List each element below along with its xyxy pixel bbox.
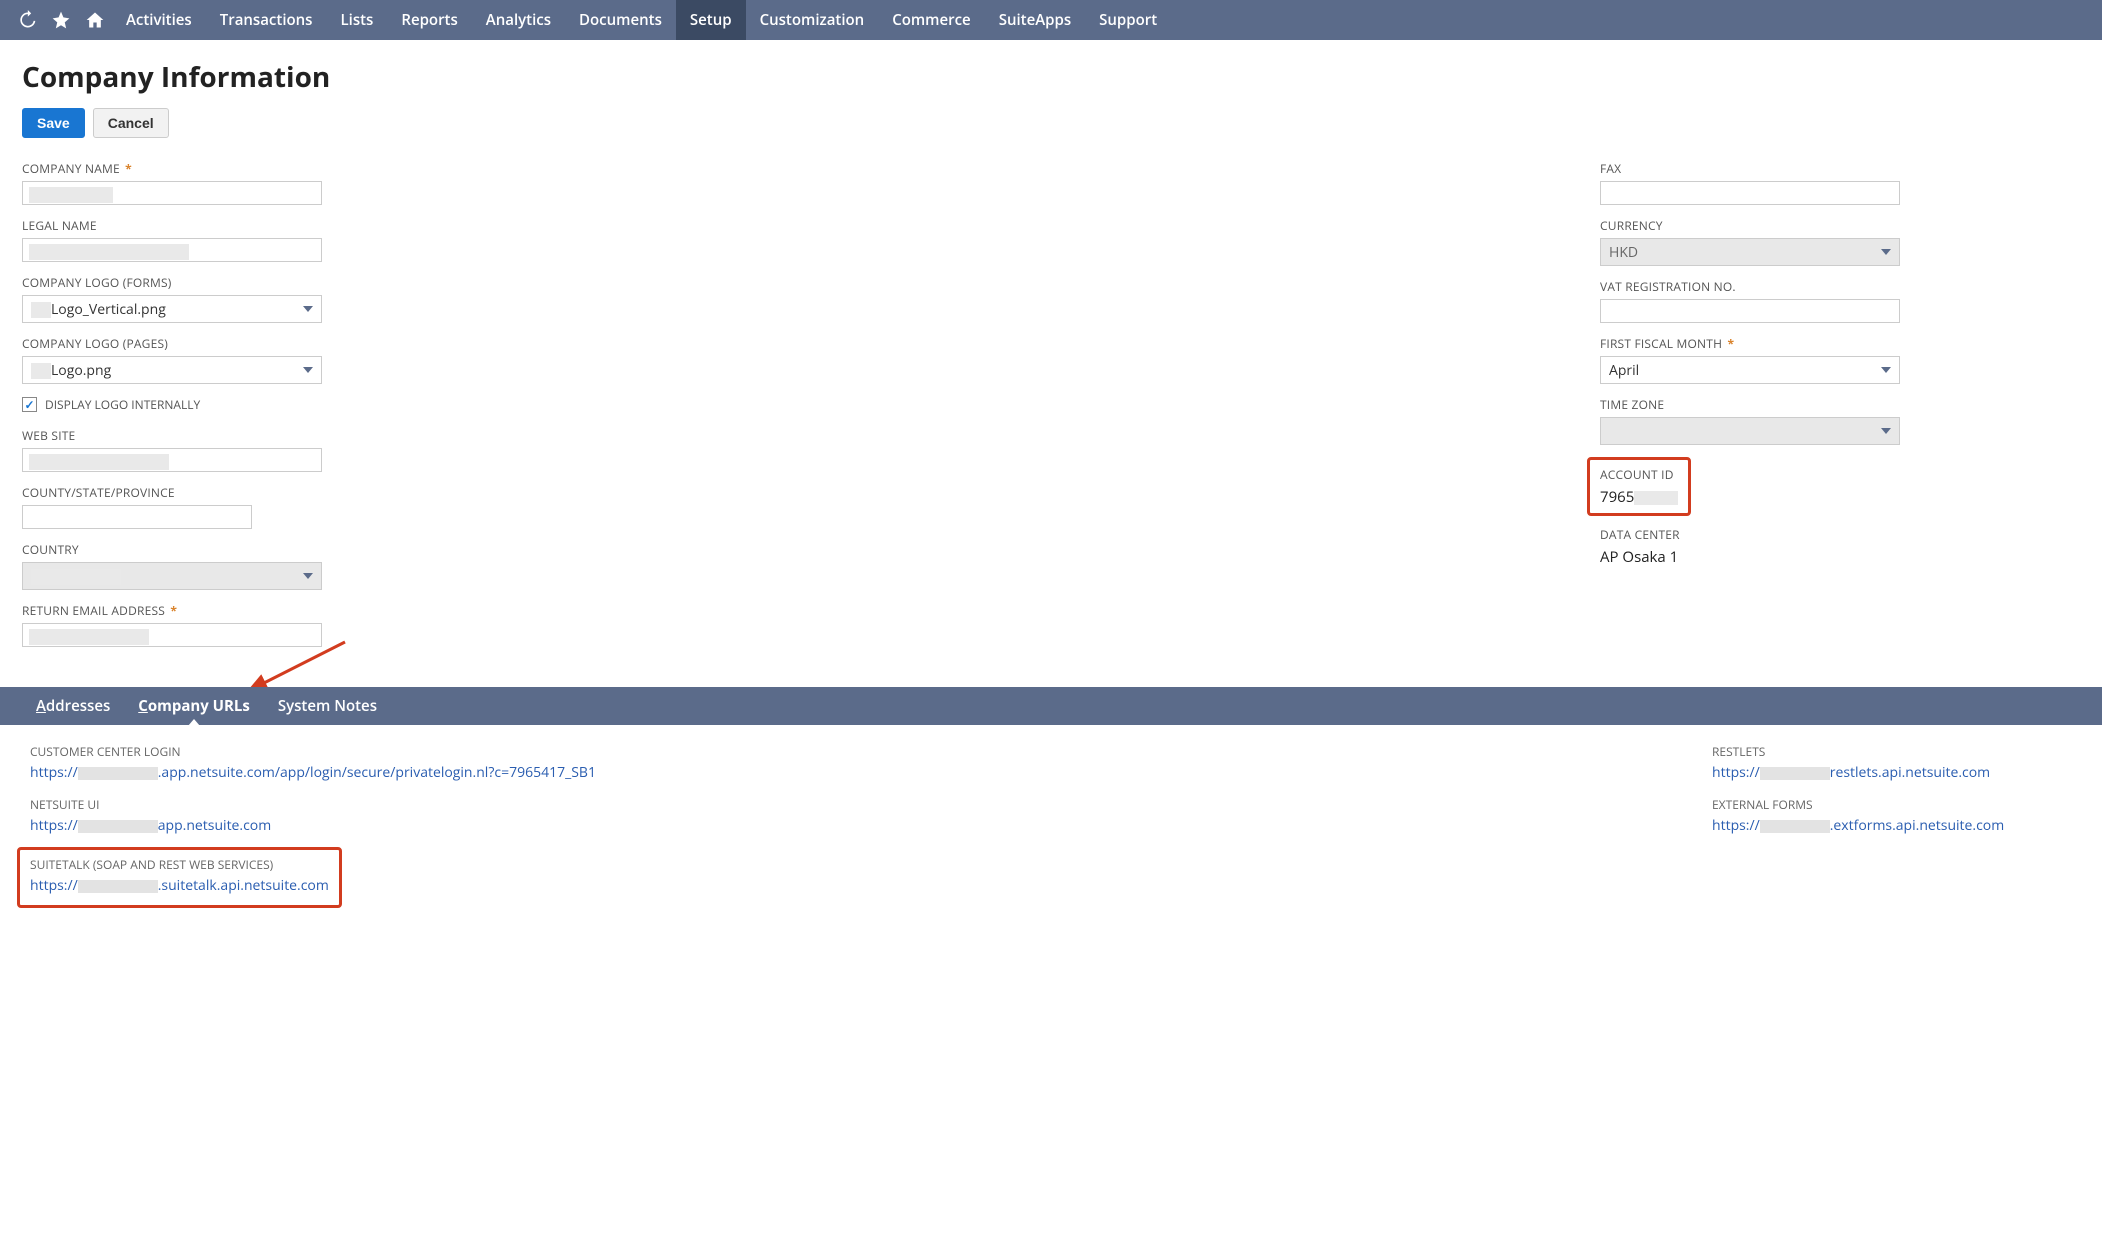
restlets-link[interactable]: https://restlets.api.netsuite.com bbox=[1712, 763, 1990, 782]
nav-support[interactable]: Support bbox=[1085, 0, 1171, 40]
suitetalk-link[interactable]: https://.suitetalk.api.netsuite.com bbox=[30, 876, 329, 895]
currency-select: HKD bbox=[1600, 238, 1900, 266]
website-label: WEB SITE bbox=[22, 427, 662, 444]
website-input[interactable] bbox=[22, 448, 322, 472]
caret-down-icon bbox=[1881, 428, 1891, 434]
account-id-value: 7965 bbox=[1600, 487, 1678, 507]
tab-bar: Addresses Company URLs System Notes bbox=[0, 687, 2102, 725]
netsuite-ui-link[interactable]: https://app.netsuite.com bbox=[30, 816, 271, 835]
display-logo-label: DISPLAY LOGO INTERNALLY bbox=[45, 396, 200, 413]
netsuite-ui-label: NETSUITE UI bbox=[30, 796, 1652, 813]
timezone-select[interactable] bbox=[1600, 417, 1900, 445]
currency-label: CURRENCY bbox=[1600, 217, 2080, 234]
nav-transactions[interactable]: Transactions bbox=[206, 0, 327, 40]
legal-name-label: LEGAL NAME bbox=[22, 217, 662, 234]
data-center-value: AP Osaka 1 bbox=[1600, 547, 2080, 567]
fax-label: FAX bbox=[1600, 160, 2080, 177]
country-label: COUNTRY bbox=[22, 541, 662, 558]
logo-pages-label: COMPANY LOGO (PAGES) bbox=[22, 335, 662, 352]
tab-company-urls[interactable]: Company URLs bbox=[124, 687, 264, 725]
restlets-label: RESTLETS bbox=[1712, 743, 2072, 760]
fax-input[interactable] bbox=[1600, 181, 1900, 205]
nav-customization[interactable]: Customization bbox=[746, 0, 879, 40]
cancel-button[interactable]: Cancel bbox=[93, 108, 169, 138]
top-nav: ActivitiesTransactionsListsReportsAnalyt… bbox=[0, 0, 2102, 40]
logo-forms-select[interactable]: Logo_Vertical.png bbox=[22, 295, 322, 323]
nav-lists[interactable]: Lists bbox=[326, 0, 387, 40]
fiscal-month-select[interactable]: April bbox=[1600, 356, 1900, 384]
caret-down-icon bbox=[1881, 367, 1891, 373]
fiscal-month-label: FIRST FISCAL MONTH * bbox=[1600, 335, 2080, 352]
nav-reports[interactable]: Reports bbox=[387, 0, 471, 40]
suitetalk-highlight: SUITETALK (SOAP AND REST WEB SERVICES) h… bbox=[17, 847, 342, 908]
timezone-label: TIME ZONE bbox=[1600, 396, 2080, 413]
nav-commerce[interactable]: Commerce bbox=[878, 0, 985, 40]
return-email-input[interactable] bbox=[22, 623, 322, 647]
suitetalk-label: SUITETALK (SOAP AND REST WEB SERVICES) bbox=[30, 856, 329, 873]
vat-label: VAT REGISTRATION NO. bbox=[1600, 278, 2080, 295]
extforms-label: EXTERNAL FORMS bbox=[1712, 796, 2072, 813]
caret-down-icon bbox=[303, 367, 313, 373]
save-button[interactable]: Save bbox=[22, 108, 85, 138]
nav-setup[interactable]: Setup bbox=[676, 0, 746, 40]
account-id-highlight: ACCOUNT ID 7965 bbox=[1587, 457, 1691, 516]
tab-system-notes[interactable]: System Notes bbox=[264, 687, 391, 725]
return-email-label: RETURN EMAIL ADDRESS * bbox=[22, 602, 662, 619]
legal-name-input[interactable] bbox=[22, 238, 322, 262]
caret-down-icon bbox=[303, 306, 313, 312]
account-id-label: ACCOUNT ID bbox=[1600, 466, 1678, 483]
county-input[interactable] bbox=[22, 505, 252, 529]
page-title: Company Information bbox=[22, 58, 2080, 96]
county-label: COUNTY/STATE/PROVINCE bbox=[22, 484, 662, 501]
country-select[interactable] bbox=[22, 562, 322, 590]
nav-analytics[interactable]: Analytics bbox=[472, 0, 565, 40]
caret-down-icon bbox=[1881, 249, 1891, 255]
history-icon[interactable] bbox=[10, 0, 44, 40]
tab-addresses[interactable]: Addresses bbox=[22, 687, 124, 725]
company-name-input[interactable] bbox=[22, 181, 322, 205]
nav-documents[interactable]: Documents bbox=[565, 0, 676, 40]
customer-center-link[interactable]: https://.app.netsuite.com/app/login/secu… bbox=[30, 763, 596, 782]
logo-forms-label: COMPANY LOGO (FORMS) bbox=[22, 274, 662, 291]
home-icon[interactable] bbox=[78, 0, 112, 40]
nav-activities[interactable]: Activities bbox=[112, 0, 206, 40]
nav-suiteapps[interactable]: SuiteApps bbox=[985, 0, 1085, 40]
vat-input[interactable] bbox=[1600, 299, 1900, 323]
data-center-label: DATA CENTER bbox=[1600, 526, 2080, 543]
caret-down-icon bbox=[303, 573, 313, 579]
logo-pages-select[interactable]: Logo.png bbox=[22, 356, 322, 384]
star-icon[interactable] bbox=[44, 0, 78, 40]
display-logo-checkbox[interactable]: ✓ bbox=[22, 397, 37, 412]
extforms-link[interactable]: https://.extforms.api.netsuite.com bbox=[1712, 816, 2004, 835]
company-name-label: COMPANY NAME * bbox=[22, 160, 662, 177]
customer-center-label: CUSTOMER CENTER LOGIN bbox=[30, 743, 1652, 760]
